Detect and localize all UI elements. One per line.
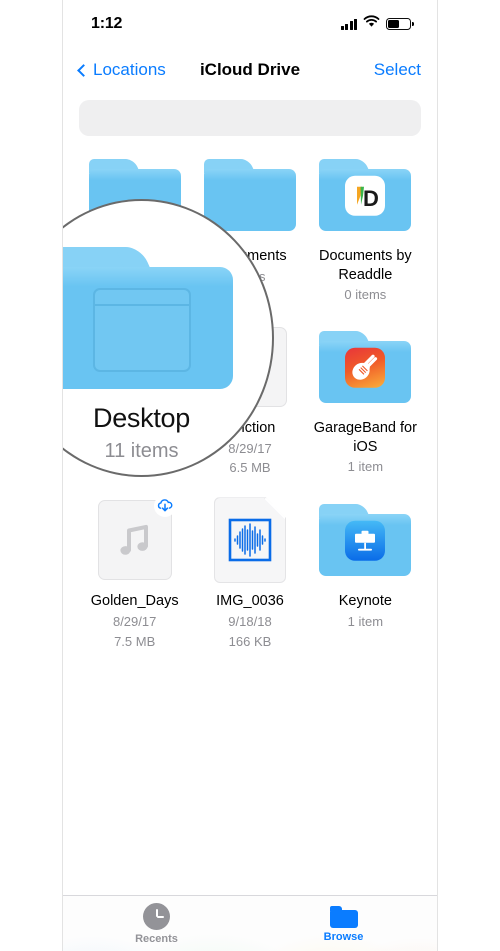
tab-label: Browse (323, 930, 364, 943)
folder-icon: D (319, 159, 412, 231)
cellular-bars-icon (340, 18, 357, 30)
wifi-icon (363, 15, 380, 33)
file-size: 166 KB (228, 633, 272, 649)
music-note-icon (120, 525, 148, 556)
document-file-thumbnail (213, 497, 286, 584)
select-button[interactable]: Select (374, 60, 421, 80)
folder-icon (329, 905, 358, 928)
file-tile-documents-by-readdle[interactable]: D Documents by Readdle 0 items (308, 146, 423, 304)
folder-icon (319, 504, 412, 577)
waveform-icon (228, 519, 272, 562)
file-name: Keynote (338, 593, 392, 610)
phone-screen: 1:12 Locations iCloud Drive Select Docum… (62, 0, 438, 951)
status-bar-icons (340, 15, 415, 33)
garageband-app-icon (345, 347, 386, 388)
file-browser-content: Desktop 11 items Documents items (63, 92, 437, 895)
magnified-file-name: Desktop (93, 403, 190, 433)
file-tile-garageband-for-ios[interactable]: GarageBand for iOS 1 item (308, 318, 423, 477)
navigation-bar: Locations iCloud Drive Select (63, 48, 437, 92)
icloud-download-icon[interactable] (153, 495, 176, 518)
file-tile-img-0036[interactable]: IMG_0036 9/18/18 166 KB (192, 491, 307, 650)
folder-icon (63, 247, 233, 389)
chevron-left-icon (77, 63, 90, 77)
file-meta: 1 item (347, 459, 384, 475)
battery-icon (386, 18, 415, 30)
readdle-app-icon: D (345, 175, 386, 216)
file-thumbnail (83, 495, 187, 583)
folder-icon (203, 159, 296, 231)
file-meta: 1 item (347, 613, 384, 629)
file-size: 6.5 MB (229, 460, 271, 476)
tab-browse[interactable]: Browse (250, 896, 437, 951)
keynote-app-icon (345, 521, 386, 562)
folder-icon (319, 330, 412, 403)
back-button-locations[interactable]: Locations (77, 60, 166, 80)
file-meta: 8/29/17 (112, 613, 157, 629)
svg-text:D: D (363, 186, 379, 211)
file-thumbnail (198, 497, 302, 584)
file-meta: 8/29/17 (228, 440, 272, 456)
tab-recents[interactable]: Recents (63, 896, 250, 951)
file-tile-keynote[interactable]: Keynote 1 item (308, 491, 423, 650)
file-thumbnail (313, 324, 417, 410)
magnifier-content: Desktop 11 items (63, 247, 233, 463)
status-bar: 1:12 (63, 0, 437, 48)
tab-bar: Recents Browse (63, 895, 437, 951)
file-size: 7.5 MB (114, 633, 156, 649)
search-input[interactable] (79, 100, 421, 136)
file-thumbnail: D (313, 152, 417, 238)
status-bar-clock: 1:12 (91, 15, 123, 32)
file-name: Golden_Days (90, 593, 179, 610)
file-meta: 0 items (344, 287, 387, 303)
file-name: IMG_0036 (216, 593, 284, 610)
file-meta: 9/18/18 (228, 613, 272, 629)
page-fold-icon (263, 498, 285, 520)
clock-icon (143, 903, 170, 930)
audio-file-thumbnail (97, 495, 176, 581)
file-name: Documents by Readdle (318, 248, 412, 283)
back-button-label: Locations (93, 60, 166, 79)
file-tile-golden-days[interactable]: Golden_Days 8/29/17 7.5 MB (77, 491, 192, 650)
file-thumbnail (313, 497, 417, 583)
tab-label: Recents (135, 933, 178, 945)
magnified-file-meta: 11 items (104, 440, 179, 462)
file-name: GarageBand for iOS (313, 419, 417, 455)
